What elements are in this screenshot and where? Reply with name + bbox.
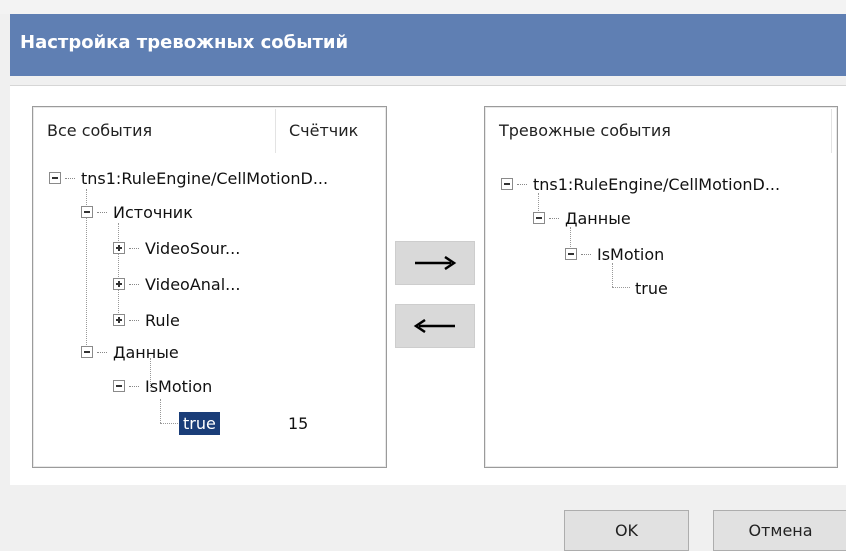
tree-node-rule[interactable]: Rule bbox=[113, 307, 180, 333]
tree-stub bbox=[97, 351, 107, 353]
tree-node-true-label: true bbox=[179, 411, 220, 435]
collapse-icon[interactable] bbox=[501, 178, 513, 190]
arrow-left-icon bbox=[413, 319, 455, 333]
collapse-icon[interactable] bbox=[113, 380, 125, 392]
tree-stub bbox=[517, 183, 527, 185]
tree-node-videosource-label: VideoSour... bbox=[145, 238, 241, 258]
dialog-title-bar[interactable]: Настройка тревожных событий bbox=[10, 14, 846, 76]
tree-node-true-label: true bbox=[635, 278, 668, 298]
tree-node-videoanalytics[interactable]: VideoAnal... bbox=[113, 271, 240, 297]
remove-from-alarm-button[interactable] bbox=[395, 304, 475, 348]
tree-stub bbox=[129, 247, 139, 249]
expand-icon[interactable] bbox=[113, 314, 125, 326]
collapse-icon[interactable] bbox=[565, 248, 577, 260]
dialog-title: Настройка тревожных событий bbox=[20, 32, 349, 53]
tree-node-videoanalytics-label: VideoAnal... bbox=[145, 274, 241, 294]
tree-node-root-label: tns1:RuleEngine/CellMotionD... bbox=[81, 168, 329, 188]
tree-node-root[interactable]: tns1:RuleEngine/CellMotionD... bbox=[501, 171, 780, 197]
tree-node-ismotion[interactable]: IsMotion bbox=[113, 373, 212, 399]
add-to-alarm-button[interactable] bbox=[395, 241, 475, 285]
collapse-icon[interactable] bbox=[533, 212, 545, 224]
tree-stub bbox=[97, 211, 107, 213]
tree-node-ismotion-label: IsMotion bbox=[597, 244, 665, 264]
arrow-right-icon bbox=[415, 256, 457, 270]
ok-button[interactable]: OK bbox=[564, 510, 689, 551]
tree-node-rule-label: Rule bbox=[145, 310, 180, 330]
cancel-button[interactable]: Отмена bbox=[713, 510, 846, 551]
alarm-events-tree[interactable]: Тревожные события tns1:RuleEngine/CellMo… bbox=[484, 106, 838, 468]
column-header-counter[interactable]: Счётчик bbox=[289, 121, 358, 140]
tree-stub bbox=[65, 177, 75, 179]
tree-node-true[interactable]: true bbox=[635, 275, 668, 301]
tree-node-data[interactable]: Данные bbox=[533, 205, 631, 231]
collapse-icon[interactable] bbox=[81, 206, 93, 218]
tree-node-root[interactable]: tns1:RuleEngine/CellMotionD... bbox=[49, 165, 328, 191]
tree-node-data[interactable]: Данные bbox=[81, 339, 179, 365]
collapse-icon[interactable] bbox=[81, 346, 93, 358]
column-separator[interactable] bbox=[831, 109, 832, 153]
tree-connector bbox=[612, 287, 630, 288]
tree-node-source[interactable]: Источник bbox=[81, 199, 193, 225]
window-top-strip bbox=[0, 0, 846, 14]
tree-node-root-label: tns1:RuleEngine/CellMotionD... bbox=[533, 174, 781, 194]
tree-stub bbox=[581, 253, 591, 255]
tree-stub bbox=[129, 385, 139, 387]
tree-stub bbox=[549, 217, 559, 219]
tree-node-true-selected[interactable]: true bbox=[179, 410, 220, 436]
tree-stub bbox=[129, 283, 139, 285]
expand-icon[interactable] bbox=[113, 278, 125, 290]
tree-node-data-label: Данные bbox=[113, 342, 179, 362]
column-header-all-events[interactable]: Все события bbox=[47, 121, 152, 140]
column-header-alarm-events[interactable]: Тревожные события bbox=[499, 121, 671, 140]
expand-icon[interactable] bbox=[113, 242, 125, 254]
tree-node-videosource[interactable]: VideoSour... bbox=[113, 235, 240, 261]
all-events-tree[interactable]: Все события Счётчик tns1:RuleEngine/Cell… bbox=[32, 106, 387, 468]
tree-node-data-label: Данные bbox=[565, 208, 631, 228]
tree-node-ismotion[interactable]: IsMotion bbox=[565, 241, 664, 267]
event-counter-value: 15 bbox=[288, 413, 309, 433]
collapse-icon[interactable] bbox=[49, 172, 61, 184]
tree-connector bbox=[160, 423, 178, 424]
tree-node-source-label: Источник bbox=[113, 202, 193, 222]
column-separator[interactable] bbox=[275, 109, 276, 153]
tree-node-ismotion-label: IsMotion bbox=[145, 376, 213, 396]
tree-stub bbox=[129, 319, 139, 321]
tree-connector bbox=[160, 399, 161, 423]
